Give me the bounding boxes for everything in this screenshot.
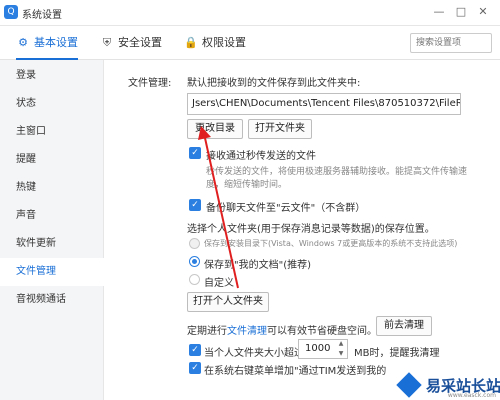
arrow-head — [198, 126, 211, 140]
watermark-sub: www.easck.com — [447, 392, 496, 399]
watermark: 易采站长站 www.easck.com — [396, 370, 500, 400]
watermark-logo-icon — [396, 372, 422, 398]
arrow-line — [204, 137, 239, 289]
annotation-arrow — [198, 126, 239, 289]
